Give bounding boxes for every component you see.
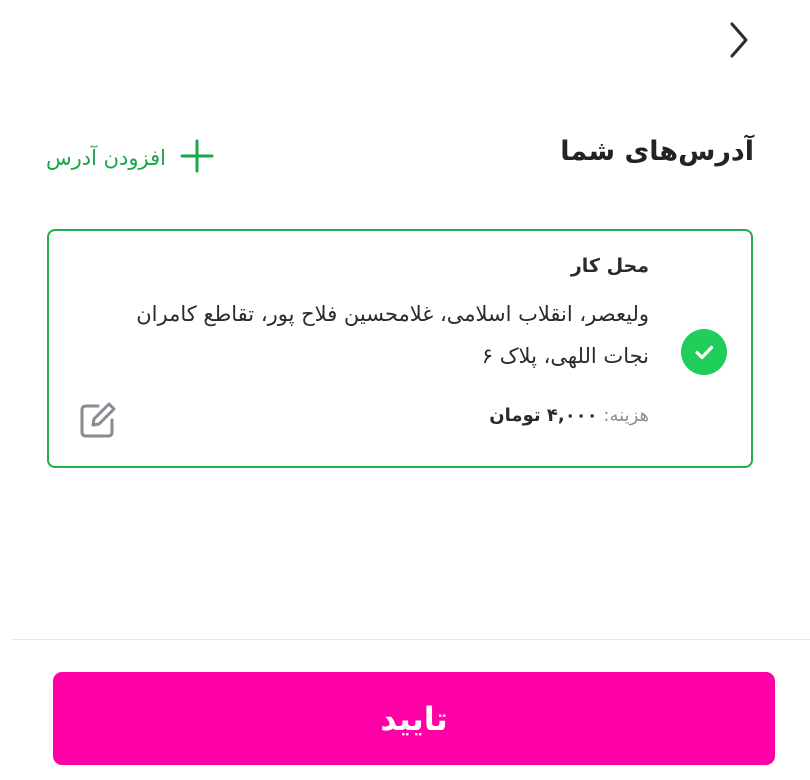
add-address-button[interactable]: افزودن آدرس	[46, 138, 214, 178]
selected-check-icon	[681, 329, 727, 375]
chevron-right-icon	[724, 20, 752, 64]
address-title: محل کار	[570, 255, 649, 277]
confirm-button[interactable]: تایید	[53, 672, 775, 765]
edit-address-button[interactable]	[77, 401, 119, 443]
cost-label: هزینه:	[603, 405, 649, 426]
footer-divider	[12, 639, 810, 640]
edit-icon	[78, 400, 118, 444]
address-card[interactable]: محل کار ولیعصر، انقلاب اسلامی، غلامحسین …	[47, 229, 753, 468]
delivery-cost: هزینه: ۴,۰۰۰ تومان	[489, 405, 649, 426]
plus-icon	[180, 139, 214, 177]
page-title: آدرس‌های شما	[560, 136, 754, 167]
cost-value: ۴,۰۰۰ تومان	[489, 405, 598, 426]
address-text: ولیعصر، انقلاب اسلامی، غلامحسین فلاح پور…	[136, 302, 649, 368]
add-address-label: افزودن آدرس	[46, 146, 167, 170]
back-button[interactable]	[718, 22, 758, 62]
